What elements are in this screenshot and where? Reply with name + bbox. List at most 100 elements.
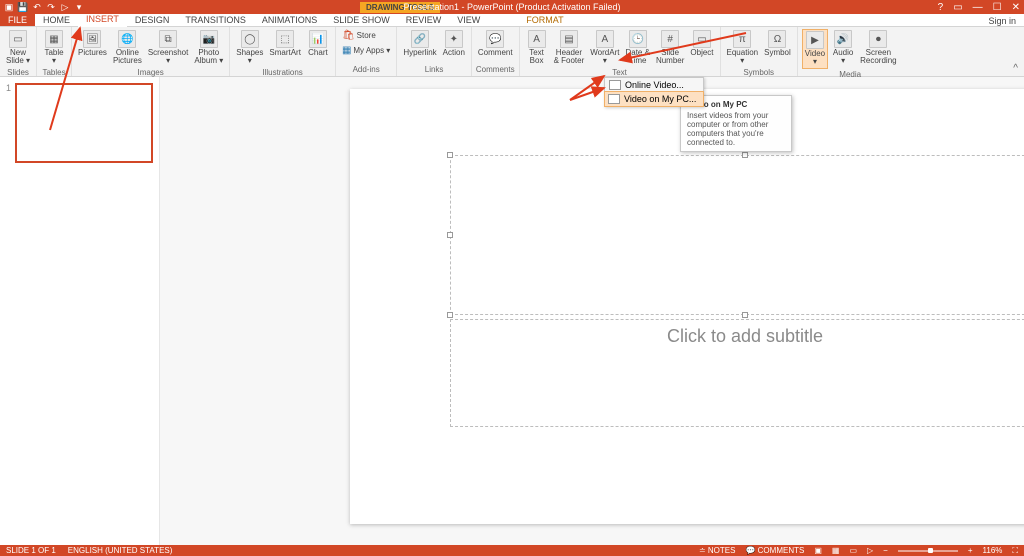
fit-to-window-icon[interactable]: ⛶ [1012, 546, 1018, 556]
equation-icon: π [733, 30, 751, 48]
ribbon-display-options-icon[interactable]: ▭ [953, 2, 962, 13]
slide-number-button[interactable]: #Slide Number [654, 29, 686, 67]
slide-canvas[interactable]: Click to add subtitle [350, 89, 1024, 524]
tab-transitions[interactable]: TRANSITIONS [177, 14, 254, 26]
chart-icon: 📊 [309, 30, 327, 48]
sign-in-link[interactable]: Sign in [988, 16, 1024, 26]
slide-thumbnail-panel[interactable]: 1 [0, 77, 160, 545]
save-icon[interactable]: 💾 [18, 2, 28, 12]
text-box-button[interactable]: AText Box [524, 29, 550, 67]
date-time-icon: 🕒 [629, 30, 647, 48]
group-text: AText Box ▤Header & Footer AWordArt ▾ 🕒D… [520, 27, 721, 76]
tab-slideshow[interactable]: SLIDE SHOW [325, 14, 398, 26]
minimize-icon[interactable]: — [973, 2, 983, 13]
tab-insert[interactable]: INSERT [78, 13, 127, 27]
date-time-button[interactable]: 🕒Date & Time [623, 29, 651, 67]
collapse-ribbon-icon[interactable]: ^ [1013, 63, 1018, 74]
hyperlink-button[interactable]: 🔗Hyperlink [401, 29, 438, 58]
notes-button[interactable]: ≐ NOTES [699, 546, 736, 555]
zoom-out-icon[interactable]: − [883, 546, 888, 555]
start-from-beginning-icon[interactable]: ▷ [60, 2, 70, 12]
quick-access-toolbar: ▣ 💾 ↶ ↷ ▷ ▾ [0, 2, 84, 12]
shapes-button[interactable]: ◯Shapes ▾ [234, 29, 265, 67]
status-language[interactable]: ENGLISH (UNITED STATES) [68, 546, 173, 555]
table-button[interactable]: ▦Table ▾ [41, 29, 67, 67]
wordart-button[interactable]: AWordArt ▾ [588, 29, 621, 67]
ribbon-tabs: FILE HOME INSERT DESIGN TRANSITIONS ANIM… [0, 14, 1024, 27]
thumbnail-slide[interactable] [15, 83, 153, 163]
video-on-my-pc-menu-item[interactable]: Video on My PC... [604, 91, 704, 107]
photo-album-button[interactable]: 📷Photo Album ▾ [192, 29, 225, 67]
qat-customize-icon[interactable]: ▾ [74, 2, 84, 12]
object-button[interactable]: ▭Object [688, 29, 715, 67]
screenshot-button[interactable]: ⧉Screenshot ▾ [146, 29, 190, 67]
comment-button[interactable]: 💬Comment [476, 29, 515, 58]
new-slide-button[interactable]: ▭New Slide ▾ [4, 29, 32, 67]
comment-icon: 💬 [486, 30, 504, 48]
resize-handle[interactable] [742, 152, 748, 158]
text-box-icon: A [528, 30, 546, 48]
resize-handle[interactable] [447, 152, 453, 158]
audio-button[interactable]: 🔊Audio ▾ [830, 29, 856, 69]
slideshow-view-icon[interactable]: ▷ [867, 546, 873, 555]
reading-view-icon[interactable]: ▭ [849, 546, 857, 555]
help-icon[interactable]: ? [938, 2, 944, 13]
store-button[interactable]: 🛍Store [340, 29, 392, 42]
action-button[interactable]: ✦Action [441, 29, 467, 58]
tab-animations[interactable]: ANIMATIONS [254, 14, 325, 26]
status-slide-info[interactable]: SLIDE 1 OF 1 [6, 546, 56, 555]
subtitle-placeholder[interactable]: Click to add subtitle [450, 319, 1024, 427]
my-apps-button[interactable]: ▦My Apps ▾ [340, 44, 392, 57]
workspace: 1 Click to add subtitle [0, 77, 1024, 545]
group-comments: 💬Comment Comments [472, 27, 520, 76]
new-slide-icon: ▭ [9, 30, 27, 48]
ribbon: ▭New Slide ▾ Slides ▦Table ▾ Tables 🖼Pic… [0, 27, 1024, 77]
zoom-slider[interactable] [898, 550, 958, 552]
video-dropdown-menu: Online Video... Video on My PC... [604, 77, 704, 107]
resize-handle[interactable] [742, 312, 748, 318]
close-icon[interactable]: ✕ [1012, 2, 1020, 13]
thumbnail-item[interactable]: 1 [6, 83, 153, 163]
group-addins: 🛍Store ▦My Apps ▾ Add-ins [336, 27, 397, 76]
tab-file[interactable]: FILE [0, 14, 35, 26]
title-placeholder[interactable] [450, 155, 1024, 315]
resize-handle[interactable] [447, 232, 453, 238]
undo-icon[interactable]: ↶ [32, 2, 42, 12]
comments-button[interactable]: 💬 COMMENTS [745, 546, 804, 555]
zoom-level[interactable]: 116% [983, 546, 1003, 555]
video-file-icon [608, 94, 620, 104]
my-apps-icon: ▦ [342, 45, 351, 56]
header-footer-button[interactable]: ▤Header & Footer [552, 29, 587, 67]
tab-format[interactable]: FORMAT [518, 14, 571, 26]
store-icon: 🛍 [342, 30, 355, 41]
chart-button[interactable]: 📊Chart [305, 29, 331, 67]
slide-sorter-view-icon[interactable]: ▦ [832, 546, 840, 555]
tab-review[interactable]: REVIEW [398, 14, 450, 26]
video-button[interactable]: ▶Video ▾ [802, 29, 828, 69]
tab-view[interactable]: VIEW [449, 14, 488, 26]
status-bar: SLIDE 1 OF 1 ENGLISH (UNITED STATES) ≐ N… [0, 545, 1024, 556]
smartart-icon: ⬚ [276, 30, 294, 48]
screen-recording-button[interactable]: ⏺Screen Recording [858, 29, 898, 69]
symbol-button[interactable]: ΩSymbol [762, 29, 793, 67]
wordart-icon: A [596, 30, 614, 48]
online-pictures-icon: 🌐 [118, 30, 136, 48]
tab-design[interactable]: DESIGN [127, 14, 178, 26]
zoom-in-icon[interactable]: + [968, 546, 973, 555]
online-video-menu-item[interactable]: Online Video... [605, 78, 703, 92]
slide-editor[interactable]: Click to add subtitle [160, 77, 1024, 545]
normal-view-icon[interactable]: ▣ [814, 546, 822, 555]
redo-icon[interactable]: ↷ [46, 2, 56, 12]
tab-home[interactable]: HOME [35, 14, 78, 26]
slide-number-icon: # [661, 30, 679, 48]
online-pictures-button[interactable]: 🌐Online Pictures [111, 29, 144, 67]
group-links: 🔗Hyperlink ✦Action Links [397, 27, 472, 76]
resize-handle[interactable] [447, 312, 453, 318]
smartart-button[interactable]: ⬚SmartArt [267, 29, 303, 67]
video-icon: ▶ [806, 31, 824, 49]
tooltip-body: Insert videos from your computer or from… [687, 111, 785, 147]
restore-icon[interactable]: ☐ [993, 2, 1002, 13]
title-bar: ▣ 💾 ↶ ↷ ▷ ▾ DRAWING TOOLS Presentation1 … [0, 0, 1024, 14]
equation-button[interactable]: πEquation ▾ [725, 29, 761, 67]
pictures-button[interactable]: 🖼Pictures [76, 29, 109, 67]
